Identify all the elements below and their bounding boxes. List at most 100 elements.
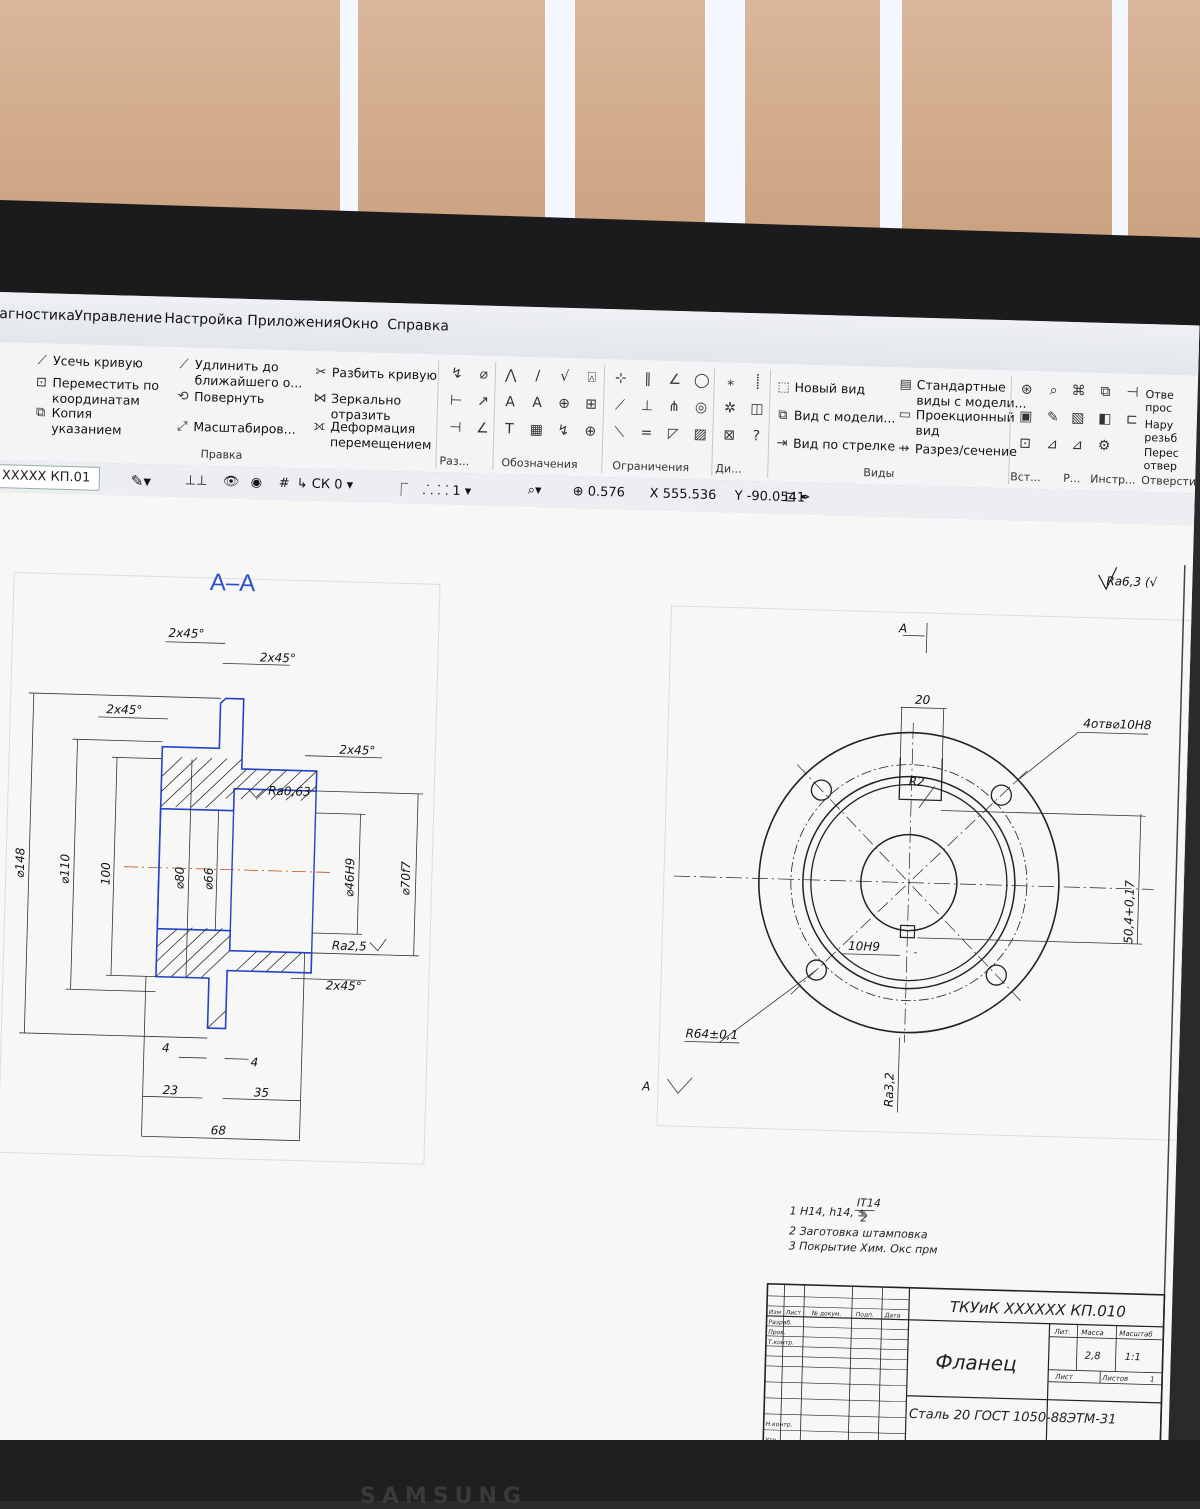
section-button[interactable]: ⇸Разрез/сечение [896,441,1017,460]
mirror-button[interactable]: ⋈Зеркальноотразить [312,391,402,422]
table-icon[interactable]: ▦ [525,419,548,442]
arrow-view-icon: ⇥ [774,436,790,452]
coordinate-system-select[interactable]: ↳ СК 0 ▾ [297,476,354,493]
diag4-icon[interactable]: ◫ [746,398,769,421]
shape-icon[interactable]: ◧ [1094,408,1117,431]
perpendicular-icon[interactable]: ⊥ [636,395,659,418]
scale2-icon[interactable]: ⊿ [1066,434,1089,457]
angle-dimension-icon[interactable]: ∠ [471,417,494,440]
grid-icon[interactable]: ⊞ [580,393,603,416]
menu-diagnostics[interactable]: агностика [0,306,75,324]
symmetry-icon[interactable]: ⋔ [663,396,686,419]
angle-constraint-icon[interactable]: ∠ [664,369,687,392]
stamp-icon[interactable]: ⍓ [581,366,604,389]
ref-icon[interactable]: ⊿ [1041,433,1064,456]
view-icon[interactable]: ◉ [251,475,263,490]
menu-manage[interactable]: Управление [74,308,162,326]
dim-d66: ⌀66 [201,867,216,890]
measure-icon[interactable]: ⌘ [1067,380,1090,403]
menu-window[interactable]: Окно [341,316,379,333]
deform-icon: ⟗ [311,419,327,435]
new-view-button[interactable]: ⬚Новый вид [775,380,865,398]
text-a-icon[interactable]: A [499,391,522,414]
rotate-button[interactable]: ⟲Повернуть [175,389,265,407]
row-checker: Пров. [768,1329,786,1336]
grid-icon[interactable]: # [279,476,290,491]
image-icon[interactable]: ▣ [1015,405,1038,428]
dim-d70f7: ⌀70f7 [398,861,413,896]
diag3-icon[interactable]: ✲ [719,397,742,420]
menu-applications[interactable]: Приложения [247,313,341,332]
hatch-icon[interactable]: ▨ [689,423,712,446]
dash-icon[interactable]: ⊣ [1121,381,1144,404]
step-cursor-field[interactable]: ⸫ ⸬ 1 ▾ [422,480,471,499]
chain-dimension-icon[interactable]: ⊣ [444,416,467,439]
move-by-coords-button[interactable]: ⊡Переместить покоординатам [33,375,159,407]
radial-dimension-icon[interactable]: ↗ [472,390,495,413]
title-scale-value: 1:1 [1125,1352,1141,1363]
deform-button[interactable]: ⟗Деформацияперемещением [311,419,432,451]
extend-button[interactable]: ⟋Удлинить доближайшего о... [175,357,303,390]
arrow-view-button[interactable]: ⇥Вид по стрелке [774,436,896,455]
trim-curve-button[interactable]: ⟋Усечь кривую [34,353,143,372]
extend-icon: ⟋ [176,357,192,373]
center-mark-icon[interactable]: ⊕ [579,420,602,443]
fragment-icon[interactable]: ⊡ [1014,432,1037,455]
menu-help[interactable]: Справка [387,317,449,335]
text-leader-icon[interactable]: A [526,392,549,415]
text-icon[interactable]: T [498,418,521,441]
menu-settings[interactable]: Настройка [164,311,243,329]
linear-dimension-icon[interactable]: ⊢ [445,389,468,412]
concentric-icon[interactable]: ◎ [690,396,713,419]
drawing-canvas[interactable]: Ra6,3 (√ А–А [0,492,1194,1477]
standard-views-button[interactable]: ▤Стандартныевиды с модели... [897,377,1027,410]
snap-icon[interactable]: ⊥⊥ [185,473,208,489]
hole-button[interactable]: Отвепрос [1145,388,1174,415]
fix-point-icon[interactable]: ⊹ [610,367,633,390]
general-roughness: Ra6,3 (√ [1106,574,1158,589]
diameter-dimension-icon[interactable]: ⌀ [473,363,496,386]
diag6-icon[interactable]: ? [745,425,768,448]
base-icon[interactable]: ∕ [527,365,550,388]
diagnostic-tools: ⁎ ⸽ ✲ ◫ ⊠ ? [718,370,769,447]
tool8-icon[interactable]: ⚙ [1093,435,1116,458]
parallel-icon[interactable]: ∥ [637,368,660,391]
leader-icon[interactable]: ⋀ [500,364,523,387]
bracket-icon[interactable]: ⊏ [1121,408,1144,431]
equal-icon[interactable]: = [635,422,658,445]
layers-icon[interactable]: ⧉ [1094,381,1117,404]
image2-icon[interactable]: ▧ [1067,407,1090,430]
diag5-icon[interactable]: ⊠ [718,424,741,447]
zoom-field[interactable]: ⊕ 0.576 [572,484,625,500]
arrow-icon[interactable]: ↯ [552,419,575,442]
threaded-hole-button[interactable]: Нарурезьб [1144,418,1178,445]
edit-image-icon[interactable]: ✎ [1042,406,1065,429]
dim-68: 68 [210,1123,226,1137]
tool9-icon[interactable] [1120,435,1143,458]
auto-dimension-icon[interactable]: ↯ [446,362,469,385]
pick-icon[interactable]: ⊡ ✒ [784,490,810,506]
insert-icon[interactable]: ⊛ [1015,378,1038,401]
scale-button[interactable]: ⤢Масштабиров... [174,419,296,438]
document-tab[interactable]: XXXXX КП.01 [0,464,100,491]
row-developer: Разраб. [768,1319,792,1327]
eye-icon[interactable]: 👁 [223,474,240,489]
find-icon[interactable]: ⌕ [1042,379,1065,402]
diag2-icon[interactable]: ⸽ [746,371,769,394]
view-from-model-button[interactable]: ⧉Вид с модели... [775,408,896,427]
copy-button[interactable]: ⧉Копияуказанием [32,405,122,436]
x-coordinate-field[interactable]: X 555.536 [649,486,716,503]
zoom-icon[interactable]: ⌕▾ [527,483,541,498]
tangent-icon[interactable]: ◯ [690,369,713,392]
tools-icon[interactable]: ✎▾ [131,472,152,491]
split-curve-button[interactable]: ✂Разбить кривую [313,365,438,384]
point-on-curve-icon[interactable]: ◸ [662,423,685,446]
diag-icon[interactable]: ⁎ [719,370,742,393]
layer-icon[interactable]: ⎾ [394,479,408,498]
tolerance-icon[interactable]: ⊕ [553,392,576,415]
collinear-icon[interactable]: ⟋ [609,394,632,417]
projection-view-button[interactable]: ▭Проекционныйвид [896,407,1015,439]
roughness-icon[interactable]: √ [554,366,577,389]
horizontal-icon[interactable]: ⟍ [608,421,631,444]
cross-hole-button[interactable]: Пересотвер [1143,446,1179,473]
